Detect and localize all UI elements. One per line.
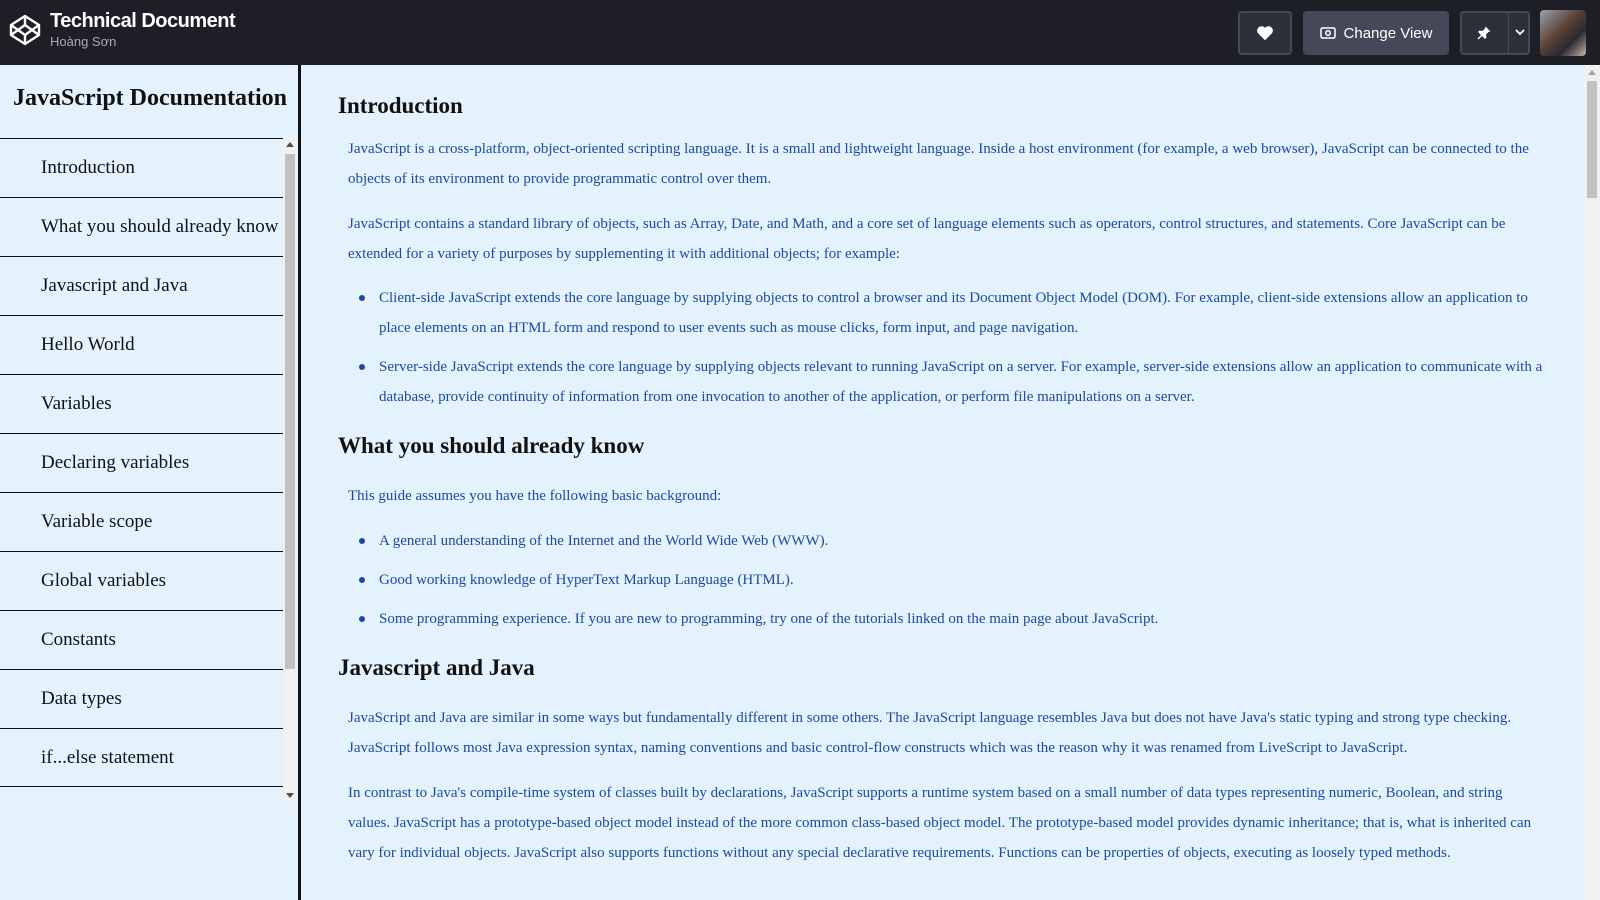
paragraph: JavaScript is a cross-platform, object-o…: [348, 141, 1529, 187]
nav-link-hello-world[interactable]: Hello World: [0, 315, 283, 374]
codepen-logo-icon[interactable]: [9, 14, 41, 46]
paragraph: In contrast to Java's compile-time syste…: [348, 785, 1532, 861]
top-bar: Technical Document Hoàng Sơn Change View: [0, 0, 1600, 65]
scroll-up-arrow-icon[interactable]: [286, 142, 294, 147]
section-javascript-and-java: Javascript and Java JavaScript and Java …: [301, 634, 1584, 868]
sidebar-scrollbar[interactable]: [283, 138, 297, 802]
list-item: Client-side JavaScript extends the core …: [358, 283, 1544, 343]
like-button[interactable]: [1238, 11, 1292, 55]
app-title[interactable]: Technical Document: [50, 10, 236, 33]
section-introduction: Introduction JavaScript is a cross-platf…: [301, 65, 1584, 412]
pin-button[interactable]: [1460, 11, 1530, 55]
list-item: A general understanding of the Internet …: [358, 526, 1544, 556]
section-title: Introduction: [338, 93, 463, 118]
paragraph: JavaScript contains a standard library o…: [348, 216, 1506, 262]
main-scrollbar[interactable]: [1584, 65, 1600, 900]
list-item: Some programming experience. If you are …: [358, 604, 1544, 634]
nav-link-global-variables[interactable]: Global variables: [0, 551, 283, 610]
chevron-down-icon[interactable]: [1514, 26, 1526, 38]
heart-icon: [1257, 26, 1273, 41]
bullet-list: A general understanding of the Internet …: [358, 526, 1544, 634]
scroll-up-arrow-icon[interactable]: [1588, 70, 1596, 75]
avatar[interactable]: [1540, 10, 1586, 56]
nav-list: Introduction What you should already kno…: [0, 138, 298, 787]
nav-link-javascript-and-java[interactable]: Javascript and Java: [0, 256, 283, 315]
nav-link-variable-scope[interactable]: Variable scope: [0, 492, 283, 551]
nav-list-container: Introduction What you should already kno…: [0, 138, 298, 802]
main-scroll-thumb[interactable]: [1587, 81, 1597, 198]
pin-divider: [1508, 13, 1509, 53]
nav-link-introduction[interactable]: Introduction: [0, 138, 283, 197]
nav-link-data-types[interactable]: Data types: [0, 669, 283, 728]
title-block: Technical Document Hoàng Sơn: [50, 10, 236, 49]
sidebar-nav: JavaScript Documentation Introduction Wh…: [0, 65, 301, 900]
nav-link-if-else-statement[interactable]: if...else statement: [0, 728, 283, 787]
nav-link-declaring-variables[interactable]: Declaring variables: [0, 433, 283, 492]
bullet-list: Client-side JavaScript extends the core …: [358, 283, 1544, 412]
nav-link-what-you-should-already-know[interactable]: What you should already know: [0, 197, 283, 256]
section-title: What you should already know: [338, 433, 645, 458]
list-item: Server-side JavaScript extends the core …: [358, 352, 1544, 412]
change-view-label: Change View: [1343, 24, 1433, 42]
list-item: Good working knowledge of HyperText Mark…: [358, 565, 1544, 595]
author-name[interactable]: Hoàng Sơn: [50, 34, 235, 49]
main-doc: Introduction JavaScript is a cross-platf…: [301, 65, 1584, 900]
pin-icon: [1477, 26, 1491, 40]
nav-link-variables[interactable]: Variables: [0, 374, 283, 433]
change-view-button[interactable]: Change View: [1303, 11, 1449, 55]
view-icon: [1319, 27, 1336, 39]
section-what-you-should-already-know: What you should already know This guide …: [301, 412, 1584, 634]
scroll-down-arrow-icon[interactable]: [286, 793, 294, 798]
section-title: Javascript and Java: [338, 655, 535, 680]
paragraph: This guide assumes you have the followin…: [348, 488, 722, 504]
sidebar-title: JavaScript Documentation: [13, 85, 287, 111]
sidebar-scroll-thumb[interactable]: [285, 154, 295, 669]
paragraph: JavaScript and Java are similar in some …: [348, 710, 1512, 756]
nav-link-constants[interactable]: Constants: [0, 610, 283, 669]
